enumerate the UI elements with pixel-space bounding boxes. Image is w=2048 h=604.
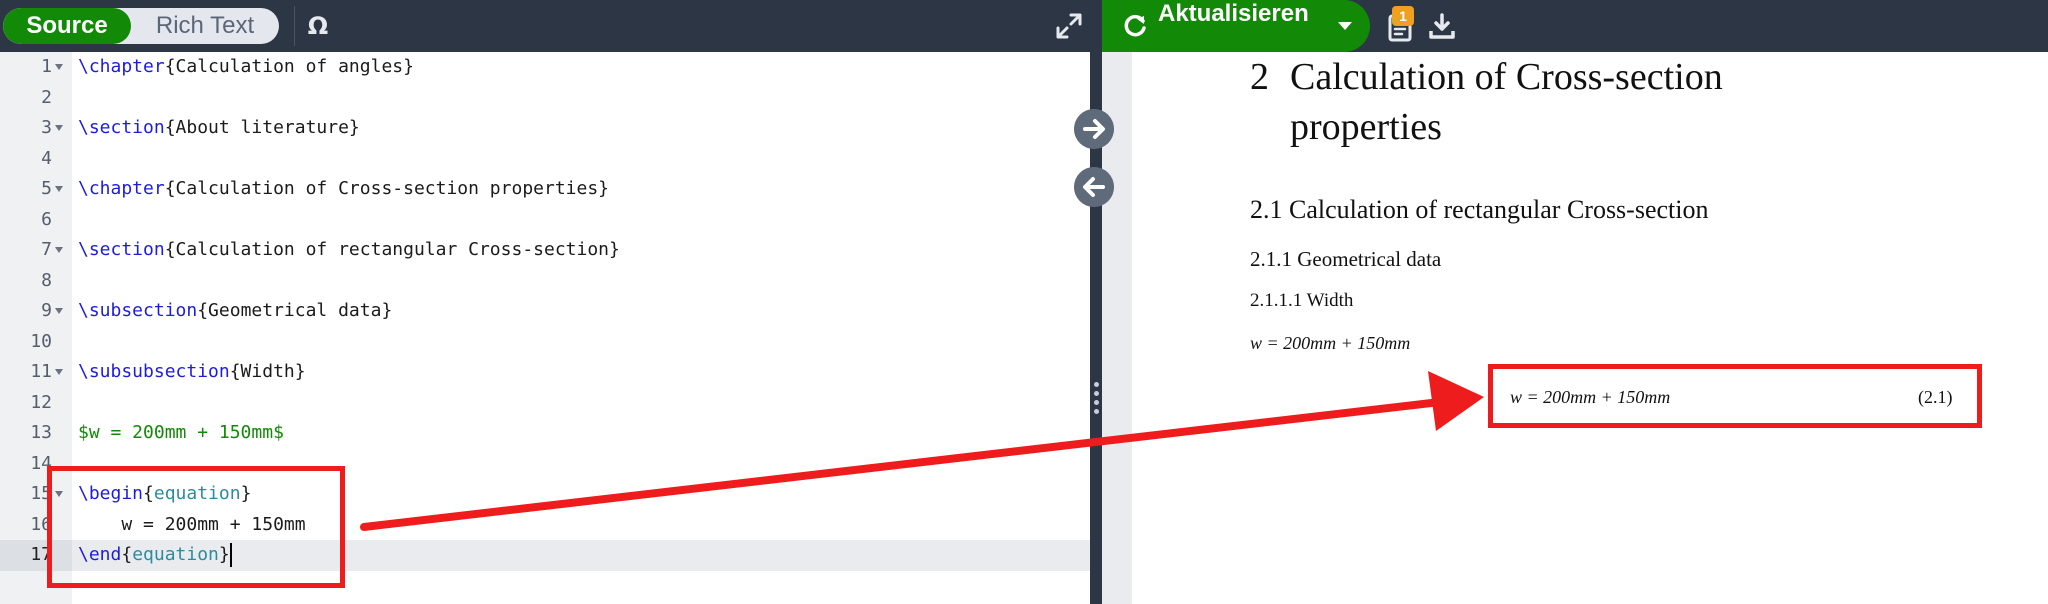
drag-handle-icon[interactable]	[1092, 382, 1100, 422]
fold-toggle-icon[interactable]	[55, 247, 63, 253]
fold-toggle-icon[interactable]	[55, 308, 63, 314]
line-number: 4	[41, 147, 52, 169]
code-line[interactable]: 3 \section{About literature}	[0, 113, 1090, 144]
code-line[interactable]: 9 \subsection{Geometrical data}	[0, 296, 1090, 327]
rich-text-mode-button[interactable]: Rich Text	[131, 8, 279, 44]
line-number: 15	[30, 483, 52, 504]
expand-icon[interactable]	[1055, 12, 1083, 40]
section-heading: 2.1 Calculation of rectangular Cross-sec…	[1250, 195, 1709, 224]
refresh-icon	[1124, 14, 1146, 37]
fold-toggle-icon[interactable]	[55, 186, 63, 192]
latex-command: \chapter	[78, 178, 165, 199]
code-line[interactable]: 10	[0, 327, 1090, 358]
line-number: 6	[41, 208, 52, 230]
recompile-label: Aktualisieren	[1158, 0, 1309, 27]
code-token: {Calculation of Cross-section properties…	[164, 178, 610, 199]
chevron-down-icon[interactable]	[1338, 22, 1352, 30]
source-mode-button[interactable]: Source	[3, 8, 131, 44]
code-line-text: \section{Calculation of rectangular Cros…	[78, 235, 620, 266]
code-line-text: \subsection{Geometrical data}	[78, 296, 392, 327]
code-line[interactable]: 11 \subsubsection{Width}	[0, 357, 1090, 388]
code-line-text: \section{About literature}	[78, 113, 360, 144]
latex-command: \section	[78, 239, 165, 260]
line-number: 3	[41, 117, 52, 138]
line-number: 5	[41, 178, 52, 199]
line-number: 14	[30, 452, 52, 474]
fold-toggle-icon[interactable]	[55, 369, 63, 375]
latex-math: $w = 200mm + 150mm$	[78, 422, 284, 443]
line-number: 10	[30, 330, 52, 352]
line-number: 1	[41, 56, 52, 77]
line-number: 12	[30, 391, 52, 413]
fold-toggle-icon[interactable]	[55, 125, 63, 131]
line-number: 11	[30, 361, 52, 382]
toolbar-divider	[294, 6, 295, 46]
symbol-palette-button[interactable]: Ω	[304, 11, 332, 41]
code-token: {Geometrical data}	[197, 300, 393, 321]
line-number: 16	[30, 513, 52, 535]
code-token: {Calculation of angles}	[164, 56, 414, 77]
subsection-heading: 2.1.1 Geometrical data	[1250, 247, 1442, 271]
code-line-text: \subsubsection{Width}	[78, 357, 306, 388]
line-number: 13	[30, 422, 52, 443]
code-line[interactable]: 2	[0, 83, 1090, 114]
code-line[interactable]: 8	[0, 266, 1090, 297]
line-number: 2	[41, 86, 52, 108]
code-line[interactable]: 1 \chapter{Calculation of angles}	[0, 52, 1090, 83]
latex-command: \subsubsection	[78, 361, 230, 382]
line-number: 9	[41, 300, 52, 321]
line-number: 8	[41, 269, 52, 291]
code-line[interactable]: 6	[0, 205, 1090, 236]
code-token: {Calculation of rectangular Cross-sectio…	[164, 239, 620, 260]
pane-divider[interactable]	[1090, 0, 1102, 604]
arrow-right-icon[interactable]	[1074, 109, 1114, 149]
code-line-text: $w = 200mm + 150mm$	[78, 418, 284, 449]
code-line-text: \chapter{Calculation of angles}	[78, 52, 414, 83]
latex-command: \section	[78, 117, 165, 138]
code-line[interactable]: 12	[0, 388, 1090, 419]
code-line[interactable]: 13 $w = 200mm + 150mm$	[0, 418, 1090, 449]
line-number: 7	[41, 239, 52, 260]
editor-mode-toggle: Source Rich Text	[3, 8, 279, 44]
chapter-number: 2	[1250, 56, 1269, 98]
highlight-box-pdf	[1488, 364, 1982, 428]
code-token: {About literature}	[164, 117, 360, 138]
code-line-text: \chapter{Calculation of Cross-section pr…	[78, 174, 609, 205]
code-line[interactable]: 5 \chapter{Calculation of Cross-section p…	[0, 174, 1090, 205]
latex-command: \subsection	[78, 300, 198, 321]
code-line[interactable]: 4	[0, 144, 1090, 175]
chapter-title: Calculation of Cross-section properties	[1290, 56, 1723, 148]
download-icon[interactable]	[1428, 12, 1456, 40]
editor-toolbar: Source Rich Text Ω	[0, 0, 1090, 52]
subsubsection-heading: 2.1.1.1 Width	[1250, 290, 1354, 311]
arrow-left-icon[interactable]	[1074, 167, 1114, 207]
highlight-box-code	[47, 466, 345, 588]
fold-toggle-icon[interactable]	[55, 64, 63, 70]
code-line[interactable]: 7 \section{Calculation of rectangular Cro…	[0, 235, 1090, 266]
code-token: {Width}	[229, 361, 306, 382]
inline-equation: w = 200mm + 150mm	[1250, 333, 1411, 353]
recompile-button[interactable]: Aktualisieren	[1102, 0, 1370, 52]
latex-command: \chapter	[78, 56, 165, 77]
logs-count-badge: 1	[1392, 6, 1414, 26]
